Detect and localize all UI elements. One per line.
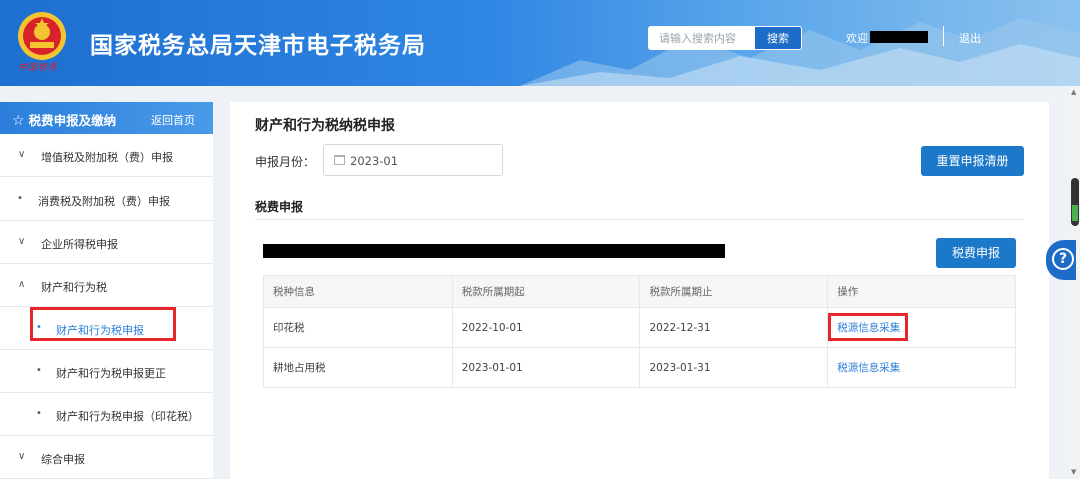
star-icon: ☆ xyxy=(12,113,25,129)
highlight-box xyxy=(30,307,176,341)
chevron-down-icon: ∨ xyxy=(18,451,26,462)
welcome-text: 欢迎 xyxy=(846,32,868,45)
table-cell: 2023-01-01 xyxy=(451,347,641,388)
bullet-icon: • xyxy=(17,193,23,204)
tax-source-collect-link[interactable]: 税源信息采集 xyxy=(827,347,1016,388)
question-icon: ? xyxy=(1052,248,1074,270)
page-title: 财产和行为税纳税申报 xyxy=(255,118,395,134)
sidebar-item-label: 消费税及附加税（费）申报 xyxy=(38,195,170,208)
scroll-up-icon[interactable]: ▲ xyxy=(1071,88,1076,96)
tax-declare-button[interactable]: 税费申报 xyxy=(936,238,1016,268)
table-cell: 印花税 xyxy=(263,307,453,348)
table-header-cell: 税款所属期止 xyxy=(639,275,829,308)
main-panel: 财产和行为税纳税申报 申报月份： 2023-01 重置申报清册 税费申报 税费申… xyxy=(230,102,1049,479)
table-header-cell: 税款所属期起 xyxy=(451,275,641,308)
month-value: 2023-01 xyxy=(350,154,399,168)
search-input[interactable] xyxy=(649,27,756,49)
redacted-username xyxy=(870,31,928,43)
table-cell: 2023-01-31 xyxy=(639,347,829,388)
section-title: 税费申报 xyxy=(255,200,304,214)
search-box: 搜索 xyxy=(648,26,802,50)
search-button[interactable]: 搜索 xyxy=(755,27,801,49)
sidebar-item-label: 财产和行为税申报更正 xyxy=(56,367,166,380)
header-divider xyxy=(943,26,944,46)
table-header-row: 税种信息 税款所属期起 税款所属期止 操作 xyxy=(263,275,1016,308)
site-header: 中国税务 国家税务总局天津市电子税务局 搜索 欢迎 退出 xyxy=(0,0,1080,86)
logout-link[interactable]: 退出 xyxy=(959,30,981,46)
sidebar-item-comprehensive[interactable]: ∨ 综合申报 xyxy=(0,436,213,479)
table-header-cell: 操作 xyxy=(827,275,1016,308)
redacted-taxpayer-info xyxy=(263,244,725,258)
bullet-icon: • xyxy=(36,408,42,419)
sidebar-item-corporate-income-tax[interactable]: ∨ 企业所得税申报 xyxy=(0,221,213,264)
sidebar-item-label: 企业所得税申报 xyxy=(41,238,118,251)
table-row: 耕地占用税 2023-01-01 2023-01-31 税源信息采集 xyxy=(263,347,1016,388)
help-button[interactable]: ? xyxy=(1046,240,1076,280)
sidebar-item-label: 增值税及附加税（费）申报 xyxy=(41,151,173,164)
month-label: 申报月份： xyxy=(255,155,316,169)
reset-declaration-list-button[interactable]: 重置申报清册 xyxy=(921,146,1024,176)
sidebar-item-property-tax-correction[interactable]: • 财产和行为税申报更正 xyxy=(0,350,213,393)
table-cell: 2022-10-01 xyxy=(451,307,641,348)
sidebar-item-consumption-tax[interactable]: • 消费税及附加税（费）申报 xyxy=(0,178,213,221)
sidebar-item-vat[interactable]: ∨ 增值税及附加税（费）申报 xyxy=(0,134,213,177)
sidebar-item-property-tax-group[interactable]: ∧ 财产和行为税 xyxy=(0,264,213,307)
table-header-cell: 税种信息 xyxy=(263,275,453,308)
return-home-link[interactable]: 返回首页 xyxy=(151,112,195,128)
sidebar-item-label: 财产和行为税申报（印花税） xyxy=(56,410,199,423)
sidebar-title: ☆ 税费申报及缴纳 xyxy=(12,113,117,129)
highlight-box xyxy=(828,313,908,341)
emblem-caption: 中国税务 xyxy=(18,63,59,73)
table-cell: 2022-12-31 xyxy=(639,307,829,348)
month-picker[interactable]: 2023-01 xyxy=(323,144,503,176)
scroll-down-icon[interactable]: ▼ xyxy=(1071,468,1076,476)
calendar-icon xyxy=(334,155,345,165)
chevron-down-icon: ∨ xyxy=(18,149,26,160)
sidebar-item-stamp-duty[interactable]: • 财产和行为税申报（印花税） xyxy=(0,393,213,436)
chevron-down-icon: ∨ xyxy=(18,236,26,247)
sidebar-item-label: 财产和行为税 xyxy=(41,281,107,294)
scroll-marker xyxy=(1072,205,1078,221)
bullet-icon: • xyxy=(36,365,42,376)
sidebar-header: ☆ 税费申报及缴纳 返回首页 xyxy=(0,102,213,134)
section-divider xyxy=(255,219,1024,220)
table-cell: 耕地占用税 xyxy=(263,347,453,388)
scrollbar-track[interactable] xyxy=(1070,86,1080,479)
sidebar: ☆ 税费申报及缴纳 返回首页 ∨ 增值税及附加税（费）申报 • 消费税及附加税（费… xyxy=(0,102,213,479)
site-title: 国家税务总局天津市电子税务局 xyxy=(90,33,426,59)
tax-emblem-icon xyxy=(18,12,66,60)
sidebar-item-label: 综合申报 xyxy=(41,453,85,466)
chevron-up-icon: ∧ xyxy=(18,279,26,290)
